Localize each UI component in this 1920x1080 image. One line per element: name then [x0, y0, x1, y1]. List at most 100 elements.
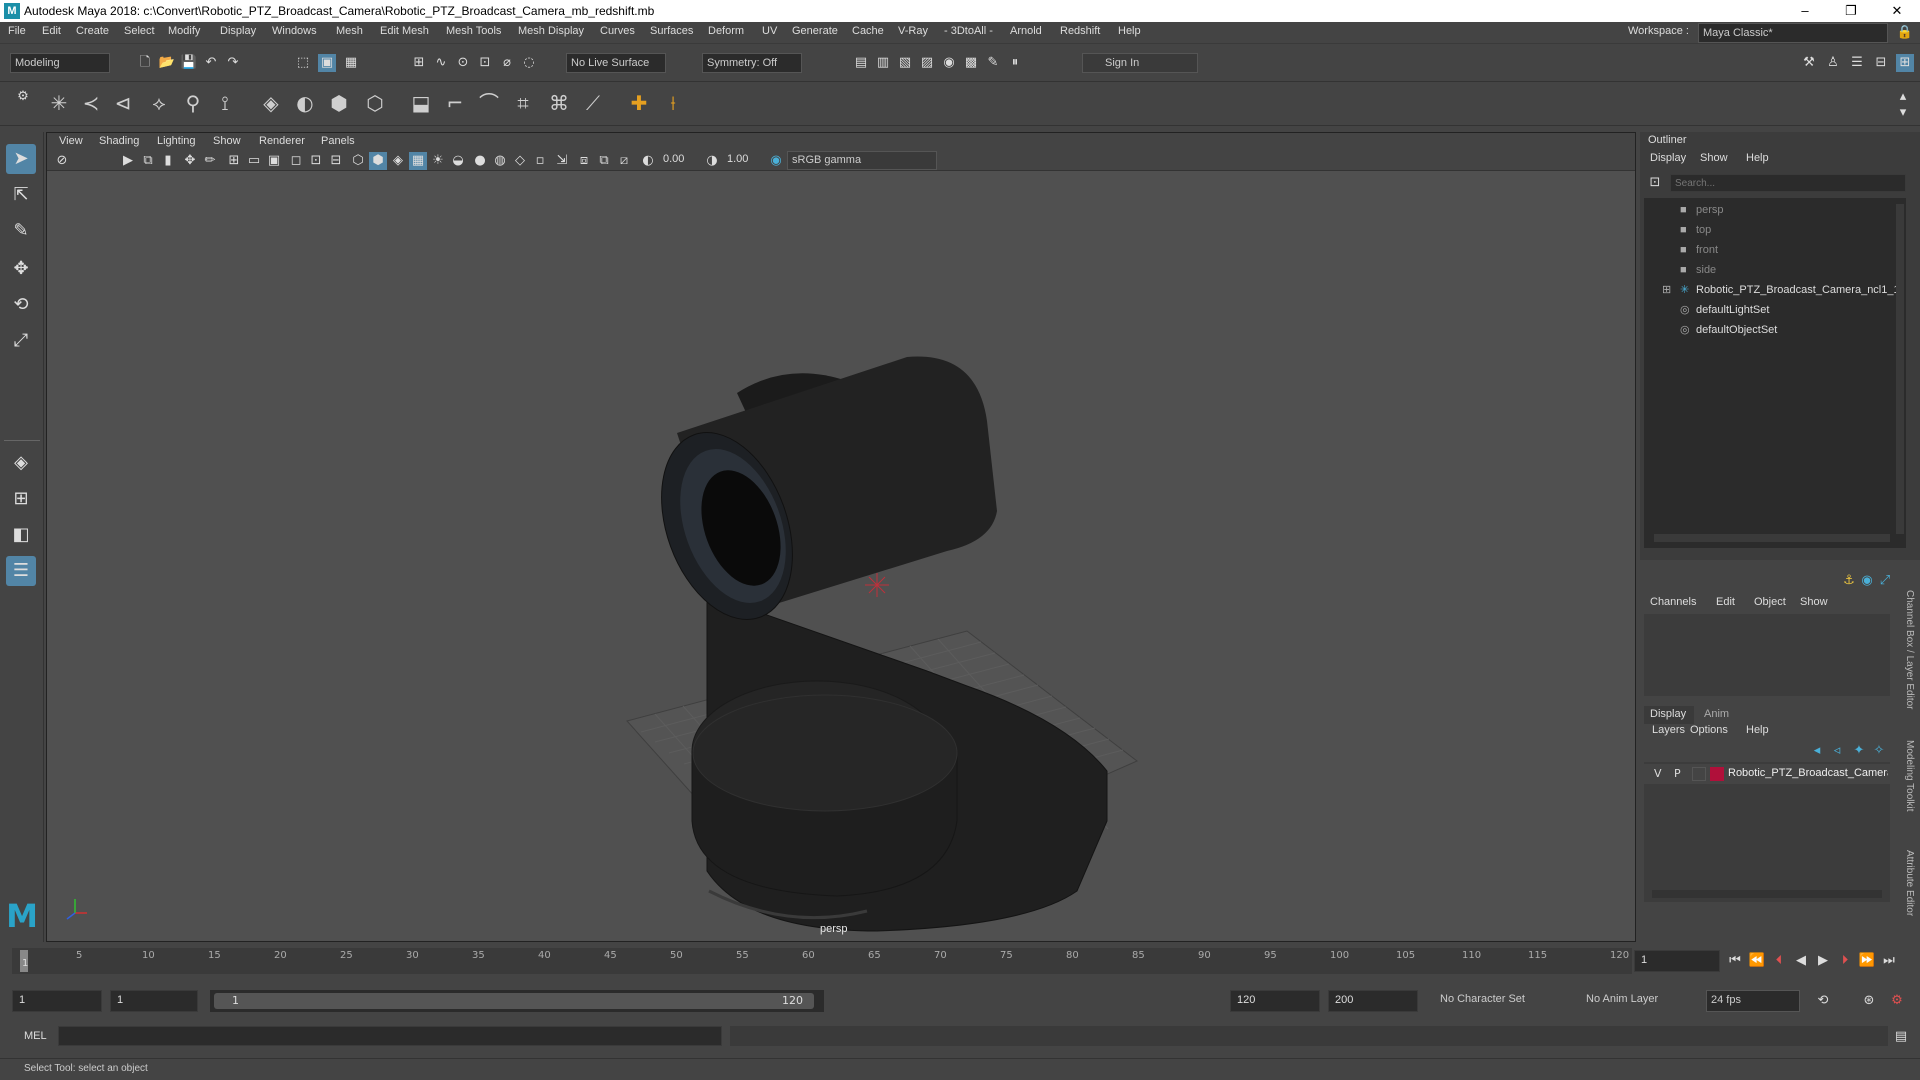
menu-cache[interactable]: Cache	[852, 25, 884, 37]
scale-tool-icon[interactable]: ⤢	[6, 326, 36, 356]
select-hierarchy-icon[interactable]: ⬚	[294, 54, 312, 72]
menu-create[interactable]: Create	[76, 25, 109, 37]
lasso-tool-icon[interactable]: ⇱	[6, 180, 36, 210]
menu-windows[interactable]: Windows	[272, 25, 317, 37]
ipr-render-icon[interactable]: ▧	[896, 54, 914, 72]
outliner-item-default-object-set[interactable]: ◎ defaultObjectSet	[1644, 320, 1906, 340]
menu-edit[interactable]: Edit	[42, 25, 61, 37]
human-ik-icon[interactable]: ♙	[1824, 54, 1842, 72]
layer-name[interactable]: Robotic_PTZ_Broadcast_Camera	[1728, 767, 1888, 779]
range-slider[interactable]: 1 120	[210, 990, 824, 1012]
viewport-3d-scene[interactable]: persp	[47, 171, 1635, 941]
ik-handle-icon[interactable]: ⟟	[212, 90, 238, 116]
channels-menu-edit[interactable]: Edit	[1716, 596, 1735, 608]
isolate-select-icon[interactable]: ⇲	[553, 152, 571, 170]
snap-grid-icon[interactable]: ⊞	[410, 54, 428, 72]
snap-curve-icon[interactable]: ∿	[432, 54, 450, 72]
select-object-icon[interactable]: ▣	[318, 54, 336, 72]
minimize-button[interactable]: –	[1782, 0, 1828, 22]
side-tab-modeling-toolkit[interactable]: Modeling Toolkit	[1904, 740, 1915, 830]
gamma-icon[interactable]: ◑	[703, 152, 721, 170]
mode-dropdown[interactable]: Modeling	[10, 53, 110, 73]
image-plane-icon[interactable]: ▮	[159, 152, 177, 170]
two-d-pan-icon[interactable]: ✥	[181, 152, 199, 170]
camera-select-icon[interactable]: ⊘	[53, 152, 71, 170]
vp-menu-lighting[interactable]: Lighting	[157, 135, 196, 147]
bevel-icon[interactable]: ⌐	[442, 90, 468, 116]
filter-icon[interactable]: ⊡	[1646, 174, 1664, 192]
menu-curves[interactable]: Curves	[600, 25, 635, 37]
menu-mesh-tools[interactable]: Mesh Tools	[446, 25, 501, 37]
step-back-key-icon[interactable]: ⏴	[1770, 952, 1788, 970]
close-button[interactable]: ✕	[1874, 0, 1920, 22]
step-forward-frame-icon[interactable]: ⏩	[1858, 952, 1876, 970]
maximize-button[interactable]: ❐	[1828, 0, 1874, 22]
play-forwards-icon[interactable]: ▶	[1814, 952, 1832, 970]
lasso-icon[interactable]: ≺	[78, 90, 104, 116]
color-management-icon[interactable]: ◉	[767, 152, 785, 170]
menu-mesh[interactable]: Mesh	[336, 25, 363, 37]
render-settings-icon[interactable]: ▨	[918, 54, 936, 72]
layer-type-toggle[interactable]	[1692, 767, 1706, 781]
step-back-frame-icon[interactable]: ⏪	[1748, 952, 1766, 970]
wireframe-icon[interactable]: ⬡	[349, 152, 367, 170]
render-setup-icon[interactable]: ▩	[962, 54, 980, 72]
outliner-item-top[interactable]: ■ top	[1644, 220, 1906, 240]
anim-preferences-icon[interactable]: ⚙	[1888, 992, 1906, 1010]
channels-menu-show[interactable]: Show	[1800, 596, 1828, 608]
save-scene-icon[interactable]: 💾	[180, 54, 198, 72]
range-slider-handle[interactable]: 1 120	[214, 993, 814, 1009]
mel-command-input[interactable]	[58, 1026, 722, 1046]
soft-select-icon[interactable]: ✳	[46, 90, 72, 116]
color-space-dropdown[interactable]: sRGB gamma	[787, 151, 937, 170]
menu-surfaces[interactable]: Surfaces	[650, 25, 693, 37]
channel-box-icon-b[interactable]: ◉	[1858, 572, 1876, 590]
menu-redshift[interactable]: Redshift	[1060, 25, 1100, 37]
shelf-menu-icon[interactable]: ⚙	[14, 88, 32, 106]
poly-plane-icon[interactable]: ⬡	[362, 90, 388, 116]
poly-cube-icon[interactable]: ◈	[258, 90, 284, 116]
workspace-dropdown[interactable]: Maya Classic*	[1698, 23, 1888, 43]
target-weld-icon[interactable]: ⌘	[546, 90, 572, 116]
paint-select-icon[interactable]: ⊲	[110, 90, 136, 116]
bridge-icon[interactable]: ⌒	[476, 90, 502, 116]
grid-toggle-icon[interactable]: ⊞	[225, 152, 243, 170]
render-view-icon[interactable]: ▥	[874, 54, 892, 72]
outliner-item-front[interactable]: ■ front	[1644, 240, 1906, 260]
time-slider[interactable]: 1 5 10 15 20 25 30 35 40 45 50 55 60 65 …	[0, 944, 1920, 978]
ambient-occlusion-icon[interactable]: ●	[471, 152, 489, 170]
multi-cut-icon[interactable]: ⌗	[510, 90, 536, 116]
layer-playback-toggle[interactable]: P	[1674, 767, 1681, 780]
bookmark-icon[interactable]: ⧉	[139, 152, 157, 170]
grease-pencil-icon[interactable]: ✏	[201, 152, 219, 170]
xray-icon[interactable]: ⧈	[575, 152, 593, 170]
menu-generate[interactable]: Generate	[792, 25, 838, 37]
step-forward-key-icon[interactable]: ⏵	[1836, 952, 1854, 970]
script-language-label[interactable]: MEL	[24, 1030, 47, 1042]
paint-select-tool-icon[interactable]: ✎	[6, 216, 36, 246]
vp-menu-renderer[interactable]: Renderer	[259, 135, 305, 147]
channels-menu-object[interactable]: Object	[1754, 596, 1786, 608]
rotate-tool-icon[interactable]: ⟲	[6, 290, 36, 320]
persp-outliner-layout-icon[interactable]: ◧	[6, 520, 36, 550]
layer-hscrollbar[interactable]	[1652, 890, 1882, 898]
menu-help[interactable]: Help	[1118, 25, 1141, 37]
current-frame-field[interactable]: 1	[1634, 950, 1720, 972]
playback-end-field[interactable]: 120	[1230, 990, 1320, 1012]
pivot-icon[interactable]: ⟊	[660, 90, 686, 116]
poly-sphere-icon[interactable]: ◐	[292, 90, 318, 116]
mesh-display-icon[interactable]: ✚	[626, 90, 652, 116]
menu-select[interactable]: Select	[124, 25, 155, 37]
outliner-menu-show[interactable]: Show	[1700, 152, 1728, 164]
outliner-layout-icon[interactable]: ☰	[6, 556, 36, 586]
textured-icon[interactable]: ▦	[409, 152, 427, 170]
shadows-icon[interactable]: ◒	[449, 152, 467, 170]
character-set-dropdown[interactable]: No Character Set	[1436, 990, 1576, 1012]
joint-tool-icon[interactable]: ⚲	[180, 90, 206, 116]
field-chart-icon[interactable]: ⊡	[307, 152, 325, 170]
menu-display[interactable]: Display	[220, 25, 256, 37]
snap-surface-icon[interactable]: ⌀	[498, 54, 516, 72]
gate-mask-icon[interactable]: ◻	[287, 152, 305, 170]
insert-edge-loop-icon[interactable]: ⟋	[580, 90, 606, 116]
play-backwards-icon[interactable]: ◀	[1792, 952, 1810, 970]
